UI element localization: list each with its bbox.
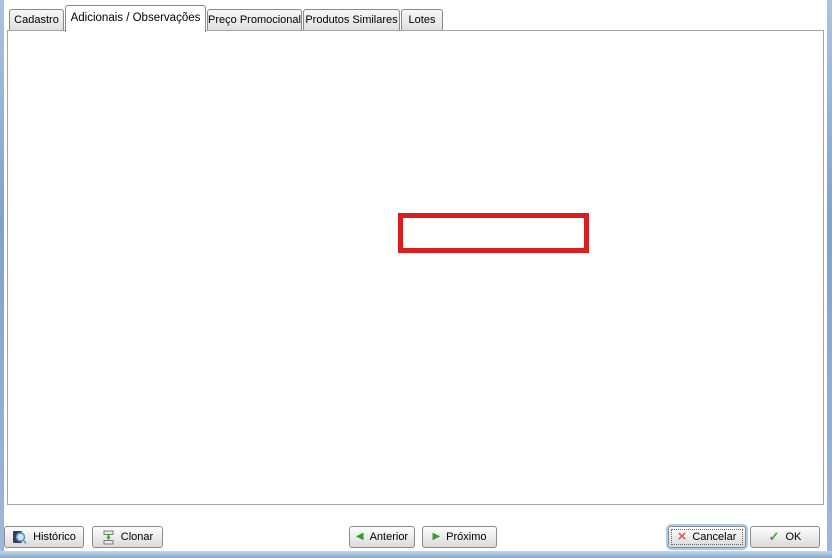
clonar-button[interactable]: Clonar xyxy=(92,526,163,548)
window-border-bottom xyxy=(0,551,832,558)
arrow-right-icon: ▶ xyxy=(432,532,440,542)
window-border-right xyxy=(827,0,832,558)
product-dialog: Cadastro Adicionais / Observações Preço … xyxy=(0,0,832,558)
tab-cadastro[interactable]: Cadastro xyxy=(9,9,64,30)
cancelar-button[interactable]: × Cancelar xyxy=(668,526,746,548)
arrow-left-icon: ◀ xyxy=(356,532,364,542)
tab-produtos-similares[interactable]: Produtos Similares xyxy=(303,9,400,30)
ok-button[interactable]: ✓ OK xyxy=(750,526,820,548)
check-icon: ✓ xyxy=(769,531,780,543)
tab-preco-promocional[interactable]: Preço Promocional xyxy=(207,9,302,30)
tab-adicionais-observacoes[interactable]: Adicionais / Observações xyxy=(65,5,206,32)
tab-lotes[interactable]: Lotes xyxy=(401,9,443,30)
history-search-icon xyxy=(12,530,27,545)
cancel-x-icon: × xyxy=(678,531,687,543)
historico-button[interactable]: Histórico xyxy=(4,526,84,548)
window-border-left xyxy=(0,0,4,558)
clone-icon xyxy=(102,530,115,545)
highlight-rectangle xyxy=(398,213,589,253)
anterior-button[interactable]: ◀ Anterior xyxy=(349,526,415,548)
proximo-button[interactable]: ▶ Próximo xyxy=(422,526,497,548)
tab-page xyxy=(7,30,824,505)
